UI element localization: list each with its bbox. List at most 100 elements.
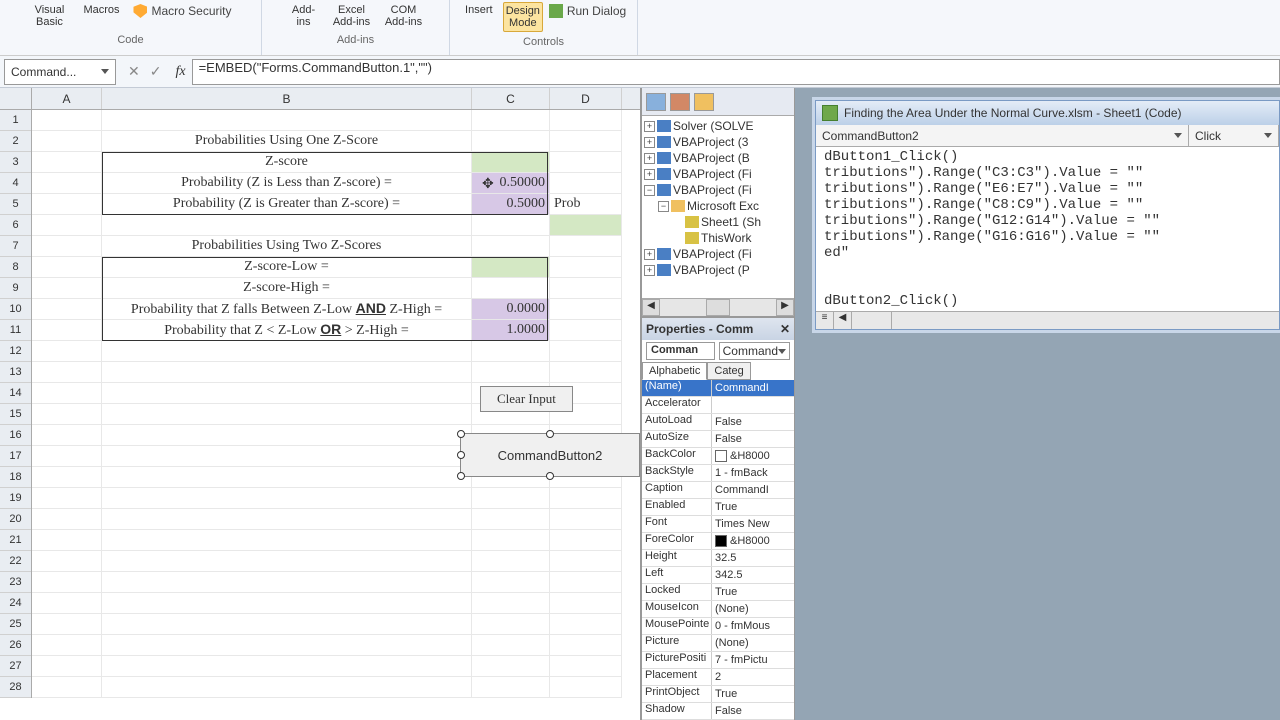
row-header[interactable]: 2 [0, 131, 31, 152]
row-header[interactable]: 5 [0, 194, 31, 215]
property-row[interactable]: BackColor&H8000 [642, 448, 794, 465]
tab-alphabetic[interactable]: Alphabetic [642, 362, 707, 380]
row-header[interactable]: 14 [0, 383, 31, 404]
property-row[interactable]: MouseIcon(None) [642, 601, 794, 618]
property-row[interactable]: Accelerator [642, 397, 794, 414]
expander-icon[interactable]: + [644, 169, 655, 180]
procview-icon[interactable]: ≡ [816, 312, 834, 329]
row-header[interactable]: 24 [0, 593, 31, 614]
excel-addins-button[interactable]: Excel Add-ins [328, 2, 376, 30]
resize-handle[interactable] [457, 451, 465, 459]
col-header-a[interactable]: A [32, 88, 102, 109]
visual-basic-button[interactable]: Visual Basic [25, 2, 73, 30]
property-row[interactable]: AutoSizeFalse [642, 431, 794, 448]
row-header[interactable]: 9 [0, 278, 31, 299]
view-object-icon[interactable] [670, 93, 690, 111]
insert-button[interactable]: Insert [459, 2, 499, 18]
property-row[interactable]: Placement2 [642, 669, 794, 686]
row-header[interactable]: 17 [0, 446, 31, 467]
property-row[interactable]: FontTimes New [642, 516, 794, 533]
tree-scrollbar[interactable]: ◀ ▶ [642, 298, 794, 316]
tree-item[interactable]: +VBAProject (3 [644, 134, 792, 150]
tree-item[interactable]: −Microsoft Exc [644, 198, 792, 214]
code-window[interactable]: Finding the Area Under the Normal Curve.… [815, 100, 1280, 330]
fx-icon[interactable]: fx [169, 64, 191, 80]
view-code-icon[interactable] [646, 93, 666, 111]
name-box[interactable]: Command... [4, 59, 116, 85]
folder-icon[interactable] [694, 93, 714, 111]
scroll-right-button[interactable]: ▶ [776, 299, 794, 316]
tree-item[interactable]: ThisWork [644, 230, 792, 246]
property-row[interactable]: PicturePositi7 - fmPictu [642, 652, 794, 669]
tree-item[interactable]: +VBAProject (P [644, 262, 792, 278]
tree-item[interactable]: Sheet1 (Sh [644, 214, 792, 230]
macros-button[interactable]: Macros [77, 2, 125, 18]
property-row[interactable]: MousePointe0 - fmMous [642, 618, 794, 635]
tree-item[interactable]: +Solver (SOLVE [644, 118, 792, 134]
row-header[interactable]: 16 [0, 425, 31, 446]
spreadsheet[interactable]: A B C D 12345678910111213141516171819202… [0, 88, 640, 720]
tree-item[interactable]: −VBAProject (Fi [644, 182, 792, 198]
expander-icon[interactable]: + [644, 137, 655, 148]
resize-handle[interactable] [546, 430, 554, 438]
property-row[interactable]: ForeColor&H8000 [642, 533, 794, 550]
row-header[interactable]: 18 [0, 467, 31, 488]
resize-handle[interactable] [457, 472, 465, 480]
row-header[interactable]: 11 [0, 320, 31, 341]
addins-button[interactable]: Add-ins [284, 2, 324, 30]
row-header[interactable]: 28 [0, 677, 31, 698]
property-row[interactable]: CaptionCommandI [642, 482, 794, 499]
row-header[interactable]: 27 [0, 656, 31, 677]
property-row[interactable]: PrintObjectTrue [642, 686, 794, 703]
command-button-2[interactable]: CommandButton2 [460, 433, 640, 477]
run-dialog-button[interactable]: Run Dialog [547, 2, 628, 20]
object-dropdown[interactable]: CommandButton2 [816, 125, 1189, 146]
property-grid[interactable]: (Name)CommandIAcceleratorAutoLoadFalseAu… [642, 380, 794, 720]
col-header-b[interactable]: B [102, 88, 472, 109]
scroll-thumb[interactable] [706, 299, 730, 316]
close-icon[interactable]: ✕ [780, 322, 790, 336]
col-header-c[interactable]: C [472, 88, 550, 109]
row-header[interactable]: 3 [0, 152, 31, 173]
expander-icon[interactable]: + [644, 121, 655, 132]
row-header[interactable]: 4 [0, 173, 31, 194]
row-header[interactable]: 26 [0, 635, 31, 656]
tree-item[interactable]: +VBAProject (Fi [644, 166, 792, 182]
row-header[interactable]: 15 [0, 404, 31, 425]
select-all-corner[interactable] [0, 88, 32, 109]
row-header[interactable]: 8 [0, 257, 31, 278]
row-header[interactable]: 12 [0, 341, 31, 362]
tab-categorized[interactable]: Categ [707, 362, 750, 380]
row-header[interactable]: 23 [0, 572, 31, 593]
fullview-icon[interactable]: ◀ [834, 312, 852, 329]
row-header[interactable]: 22 [0, 551, 31, 572]
macro-security-button[interactable]: Macro Security [129, 2, 235, 20]
resize-handle[interactable] [546, 472, 554, 480]
project-tree[interactable]: +Solver (SOLVE+VBAProject (3 +VBAProject … [642, 116, 794, 298]
row-header[interactable]: 21 [0, 530, 31, 551]
row-header[interactable]: 19 [0, 488, 31, 509]
col-header-d[interactable]: D [550, 88, 622, 109]
property-row[interactable]: Picture(None) [642, 635, 794, 652]
scroll-left-button[interactable]: ◀ [642, 299, 660, 316]
row-header[interactable]: 13 [0, 362, 31, 383]
expander-icon[interactable]: + [644, 249, 655, 260]
code-hscroll[interactable] [852, 312, 892, 329]
expander-icon[interactable]: + [644, 265, 655, 276]
design-mode-button[interactable]: Design Mode [503, 2, 543, 32]
accept-formula-button[interactable]: ✓ [150, 63, 162, 80]
row-header[interactable]: 20 [0, 509, 31, 530]
tree-item[interactable]: +VBAProject (Fi [644, 246, 792, 262]
row-header[interactable]: 7 [0, 236, 31, 257]
row-header[interactable]: 10 [0, 299, 31, 320]
expander-icon[interactable]: + [644, 153, 655, 164]
clear-input-button[interactable]: Clear Input [480, 386, 573, 412]
expander-icon[interactable]: − [644, 185, 655, 196]
property-row[interactable]: LockedTrue [642, 584, 794, 601]
row-header[interactable]: 25 [0, 614, 31, 635]
property-row[interactable]: EnabledTrue [642, 499, 794, 516]
property-row[interactable]: AutoLoadFalse [642, 414, 794, 431]
code-editor[interactable]: dButton1_Click() tributions").Range("C3:… [816, 147, 1279, 311]
row-header[interactable]: 1 [0, 110, 31, 131]
properties-object-select[interactable]: Command [719, 342, 790, 360]
